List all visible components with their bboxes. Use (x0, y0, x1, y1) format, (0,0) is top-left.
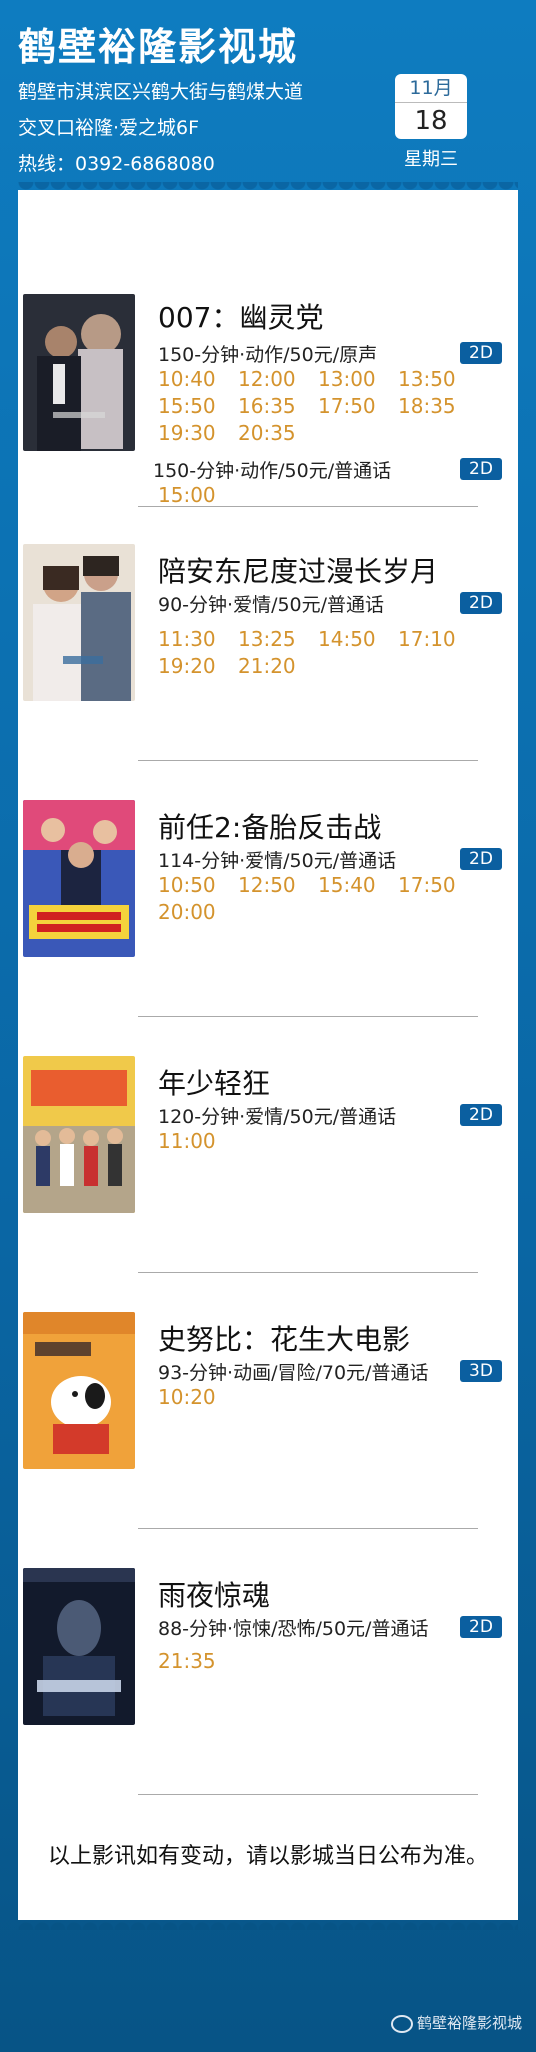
movie-item[interactable]: 雨夜惊魂 88-分钟·惊悚/恐怖/50元/普通话 2D 21:35 (18, 1568, 518, 1768)
movie-info: 150-分钟·动作/50元/原声 (158, 344, 378, 366)
showtime[interactable]: 17:50 (318, 393, 398, 420)
format-badge: 3D (460, 1360, 502, 1382)
format-badge: 2D (460, 1104, 502, 1126)
showtime[interactable]: 11:00 (158, 1128, 238, 1155)
showtimes: 15:00 (158, 482, 478, 509)
showtime[interactable]: 12:50 (238, 872, 318, 899)
showtime[interactable]: 13:25 (238, 626, 318, 653)
showtime[interactable]: 12:00 (238, 366, 318, 393)
date-weekday: 星期三 (404, 149, 458, 170)
format-badge: 2D (460, 592, 502, 614)
wechat-account[interactable]: 鹤壁裕隆影视城 (390, 2012, 522, 2033)
showtimes: 10:50 12:50 15:40 17:50 20:00 (158, 872, 478, 926)
showtimes: 11:30 13:25 14:50 17:10 19:20 21:20 (158, 626, 478, 680)
showtimes: 11:00 (158, 1128, 478, 1155)
movie-item[interactable]: 陪安东尼度过漫长岁月 90-分钟·爱情/50元/普通话 2D 11:30 13:2… (18, 544, 518, 744)
format-badge: 2D (460, 848, 502, 870)
showtime[interactable]: 19:30 (158, 420, 238, 447)
showtime[interactable]: 10:50 (158, 872, 238, 899)
showtime[interactable]: 14:50 (318, 626, 398, 653)
showtime[interactable]: 21:20 (238, 653, 318, 680)
showtime[interactable]: 15:50 (158, 393, 238, 420)
poster-image[interactable] (23, 294, 135, 451)
address-line-1: 鹤壁市淇滨区兴鹤大街与鹤煤大道 (18, 81, 304, 103)
movie-item[interactable]: 007：幽灵党 150-分钟·动作/50元/原声 2D 10:40 12:00 13… (18, 290, 518, 507)
movie-info: 150-分钟·动作/50元/普通话 (153, 460, 392, 482)
movie-info: 88-分钟·惊悚/恐怖/50元/普通话 (158, 1618, 429, 1640)
date-box: 11月 18 星期三 (395, 74, 467, 171)
poster-image[interactable] (23, 1312, 135, 1469)
divider (138, 1794, 478, 1795)
wechat-account-name: 鹤壁裕隆影视城 (416, 2014, 522, 2032)
movie-title: 史努比：花生大电影 (158, 1323, 411, 1356)
showtime[interactable]: 20:35 (238, 420, 318, 447)
cinema-name: 鹤壁裕隆影视城 (18, 25, 299, 69)
movie-info: 114-分钟·爱情/50元/普通话 (158, 850, 397, 872)
poster-image[interactable] (23, 544, 135, 701)
poster-image[interactable] (23, 1568, 135, 1725)
movie-title: 年少轻狂 (158, 1067, 271, 1100)
showtime[interactable]: 17:10 (398, 626, 478, 653)
poster-image[interactable] (23, 800, 135, 957)
schedule-card: 007：幽灵党 150-分钟·动作/50元/原声 2D 10:40 12:00 13… (18, 190, 518, 1920)
movie-item[interactable]: 前任2:备胎反击战 114-分钟·爱情/50元/普通话 2D 10:50 12:5… (18, 800, 518, 1000)
showtime[interactable]: 17:50 (398, 872, 478, 899)
footer-note: 以上影讯如有变动，请以影城当日公布为准。 (47, 1844, 488, 1869)
movie-title: 前任2:备胎反击战 (158, 811, 382, 844)
movie-title: 007：幽灵党 (158, 301, 324, 334)
movie-item[interactable]: 史努比：花生大电影 93-分钟·动画/冒险/70元/普通话 3D 10:20 (18, 1312, 518, 1512)
movie-info: 120-分钟·爱情/50元/普通话 (158, 1106, 397, 1128)
movie-info: 93-分钟·动画/冒险/70元/普通话 (158, 1362, 429, 1384)
showtime[interactable]: 18:35 (398, 393, 478, 420)
showtime[interactable]: 19:20 (158, 653, 238, 680)
showtime[interactable]: 21:35 (158, 1648, 238, 1675)
format-badge: 2D (460, 1616, 502, 1638)
divider (138, 1272, 478, 1273)
date-day: 18 (395, 102, 467, 139)
page: 鹤壁裕隆影视城 鹤壁市淇滨区兴鹤大街与鹤煤大道 交叉口裕隆·爱之城6F 热线：0… (0, 0, 536, 2052)
divider (138, 760, 478, 761)
movie-title: 陪安东尼度过漫长岁月 (158, 555, 439, 588)
divider (138, 1016, 478, 1017)
divider (138, 1528, 478, 1529)
format-badge: 2D (460, 458, 502, 480)
showtime[interactable]: 13:00 (318, 366, 398, 393)
showtime[interactable]: 11:30 (158, 626, 238, 653)
showtimes: 10:20 (158, 1384, 478, 1411)
divider (138, 506, 478, 507)
showtimes: 10:40 12:00 13:00 13:50 15:50 16:35 17:50 18:35… (158, 366, 478, 447)
movie-item[interactable]: 年少轻狂 120-分钟·爱情/50元/普通话 2D 11:00 (18, 1056, 518, 1256)
wechat-icon (390, 2014, 413, 2033)
showtime[interactable]: 10:40 (158, 366, 238, 393)
ticket-edge-top (18, 182, 518, 198)
showtime[interactable]: 20:00 (158, 899, 238, 926)
movie-title: 雨夜惊魂 (158, 1579, 271, 1612)
format-badge: 2D (460, 342, 502, 364)
hotline: 热线：0392-6868080 (18, 153, 215, 175)
showtime[interactable]: 15:00 (158, 482, 238, 509)
showtime[interactable]: 16:35 (238, 393, 318, 420)
date-month: 11月 (395, 74, 467, 102)
ticket-edge-bottom (18, 1914, 518, 1930)
address-line-2: 交叉口裕隆·爱之城6F (18, 117, 200, 139)
showtime[interactable]: 10:20 (158, 1384, 238, 1411)
showtimes: 21:35 (158, 1648, 478, 1675)
showtime[interactable]: 13:50 (398, 366, 478, 393)
movie-info: 90-分钟·爱情/50元/普通话 (158, 594, 385, 616)
header: 鹤壁裕隆影视城 鹤壁市淇滨区兴鹤大街与鹤煤大道 交叉口裕隆·爱之城6F 热线：0… (0, 0, 536, 200)
showtime[interactable]: 15:40 (318, 872, 398, 899)
poster-image[interactable] (23, 1056, 135, 1213)
